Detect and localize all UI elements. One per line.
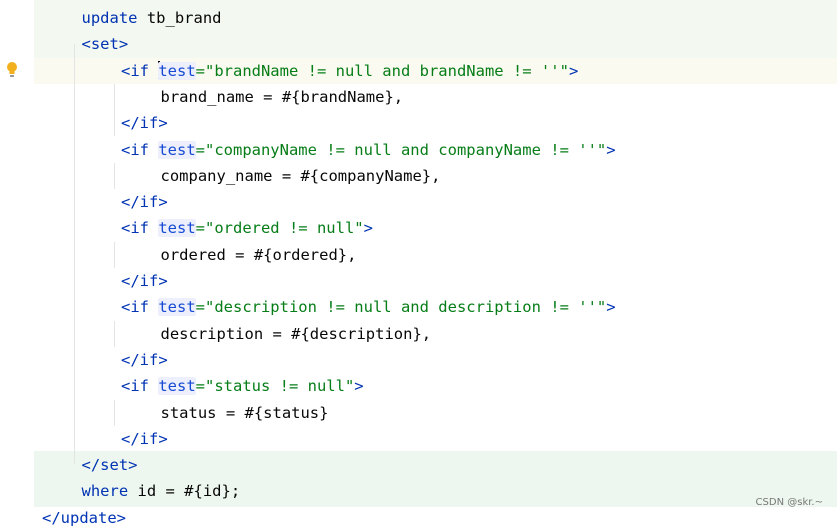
- code-line[interactable]: <if test="companyName != null and compan…: [121, 137, 616, 163]
- editor-gutter: [0, 0, 34, 517]
- code-token: brand_name = #{brandName},: [160, 87, 404, 106]
- code-token: ="companyName != null and companyName !=…: [195, 140, 607, 159]
- indent-guide: [114, 163, 115, 189]
- code-token: </if>: [121, 272, 168, 290]
- code-line[interactable]: company_name = #{companyName},: [161, 163, 441, 189]
- code-token: test: [158, 377, 196, 396]
- code-token: update: [81, 9, 138, 27]
- code-token: status = #{status}: [160, 403, 329, 422]
- code-token: test: [158, 61, 196, 80]
- code-token: </if>: [121, 114, 168, 133]
- indent-guide: [114, 321, 115, 347]
- code-line[interactable]: </if>: [121, 268, 168, 294]
- code-line[interactable]: <if test="status != null">: [121, 373, 364, 399]
- indent-guide: [114, 84, 115, 136]
- code-line[interactable]: brand_name = #{brandName},: [161, 84, 404, 110]
- code-token: >: [606, 140, 616, 159]
- code-token: <set>: [81, 35, 129, 54]
- code-line[interactable]: ordered = #{ordered},: [161, 242, 357, 268]
- code-line[interactable]: where id = #{id};: [82, 478, 241, 504]
- code-token: </if>: [121, 193, 168, 212]
- code-token: test: [158, 298, 196, 317]
- code-token: test: [158, 219, 196, 238]
- code-token: <if: [121, 219, 159, 238]
- code-token: ="ordered != null": [195, 219, 364, 238]
- code-token: </set>: [81, 456, 138, 475]
- code-token: >: [606, 298, 616, 317]
- code-editor[interactable]: update tb_brand <set> <if test="brandName …: [34, 0, 837, 527]
- code-token: </if>: [121, 429, 168, 448]
- code-token: >: [363, 219, 373, 238]
- code-line[interactable]: </if>: [121, 189, 168, 215]
- code-token: company_name = #{companyName},: [160, 166, 441, 185]
- code-token: <if: [121, 140, 159, 159]
- indent-guide: [74, 44, 75, 464]
- code-line[interactable]: </if>: [121, 426, 168, 452]
- code-line[interactable]: <if test="ordered != null">: [121, 215, 373, 241]
- code-line[interactable]: <if test="brandName != null and brandNam…: [121, 58, 578, 84]
- lightbulb-icon[interactable]: [6, 61, 18, 79]
- code-token: >: [354, 377, 364, 396]
- indent-guide: [114, 242, 115, 268]
- code-line[interactable]: description = #{description},: [161, 321, 432, 347]
- code-token: id = #{id};: [128, 482, 241, 501]
- code-line[interactable]: </update>: [42, 505, 126, 531]
- code-line[interactable]: </set>: [82, 452, 138, 478]
- code-token: ordered = #{ordered},: [160, 245, 357, 264]
- code-token: where: [81, 482, 129, 501]
- code-token: </update>: [42, 508, 126, 527]
- code-token: test: [158, 140, 196, 159]
- code-token: description = #{description},: [160, 324, 432, 343]
- code-token: ="brandName != null and brandName != ''": [195, 61, 569, 80]
- code-line[interactable]: update tb_brand: [82, 5, 222, 31]
- code-line[interactable]: </if>: [121, 347, 168, 373]
- watermark: CSDN @skr.~: [755, 497, 823, 508]
- code-token: <if: [121, 298, 159, 317]
- code-token: </if>: [121, 350, 168, 369]
- code-token: tb_brand: [137, 9, 222, 27]
- code-token: <if: [121, 377, 159, 396]
- code-line[interactable]: <set>: [82, 31, 129, 57]
- code-line[interactable]: <if test="description != null and descri…: [121, 294, 616, 320]
- code-line[interactable]: </if>: [121, 110, 168, 136]
- indent-guide: [114, 400, 115, 426]
- code-token: ="status != null": [195, 377, 355, 396]
- code-token: >: [568, 61, 579, 80]
- code-line[interactable]: status = #{status}: [161, 400, 329, 426]
- code-token: ="description != null and description !=…: [195, 298, 607, 317]
- code-token: <if: [121, 61, 159, 80]
